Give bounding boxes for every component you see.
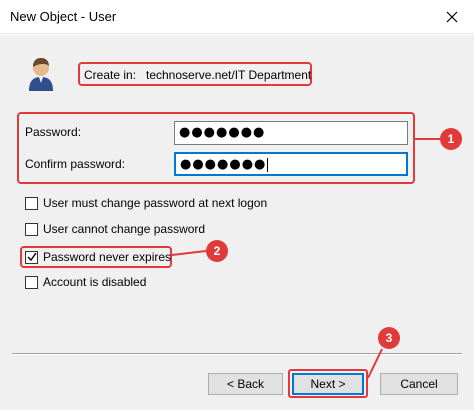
close-icon xyxy=(446,11,458,23)
password-value: ●●●●●●● xyxy=(179,125,266,140)
checkmark-icon xyxy=(27,252,37,262)
option-label: Account is disabled xyxy=(43,275,147,289)
title-bar: New Object - User xyxy=(0,0,474,34)
option-password-never-expires[interactable]: Password never expires xyxy=(25,250,171,264)
confirm-password-label: Confirm password: xyxy=(25,157,126,171)
next-button[interactable]: Next > xyxy=(292,373,364,395)
window-title: New Object - User xyxy=(10,9,117,24)
option-label: Password never expires xyxy=(43,250,172,264)
annotation-badge-1: 1 xyxy=(440,128,462,150)
back-button[interactable]: < Back xyxy=(208,373,283,395)
create-in-path: technoserve.net/IT Department xyxy=(146,68,312,82)
option-label: User cannot change password xyxy=(43,222,206,236)
confirm-password-value: ●●●●●●● xyxy=(180,157,267,172)
text-caret xyxy=(267,157,269,172)
annotation-badge-3: 3 xyxy=(378,327,400,349)
checkbox[interactable] xyxy=(25,222,38,236)
checkbox[interactable] xyxy=(25,275,38,289)
confirm-password-input[interactable]: ●●●●●●● xyxy=(174,152,408,176)
option-label: User must change password at next logon xyxy=(43,196,268,210)
cancel-button[interactable]: Cancel xyxy=(380,373,458,395)
option-cannot-change-password[interactable]: User cannot change password xyxy=(25,222,205,236)
option-must-change-password[interactable]: User must change password at next logon xyxy=(25,196,267,210)
user-icon xyxy=(29,58,53,91)
password-label: Password: xyxy=(25,125,82,139)
separator xyxy=(12,353,462,355)
password-input[interactable]: ●●●●●●● xyxy=(174,121,408,145)
close-button[interactable] xyxy=(430,0,474,34)
option-account-disabled[interactable]: Account is disabled xyxy=(25,275,146,289)
create-in-label: Create in: xyxy=(84,68,137,82)
checkbox-checked[interactable] xyxy=(25,250,38,264)
checkbox[interactable] xyxy=(25,196,38,210)
annotation-badge-2: 2 xyxy=(206,240,228,262)
